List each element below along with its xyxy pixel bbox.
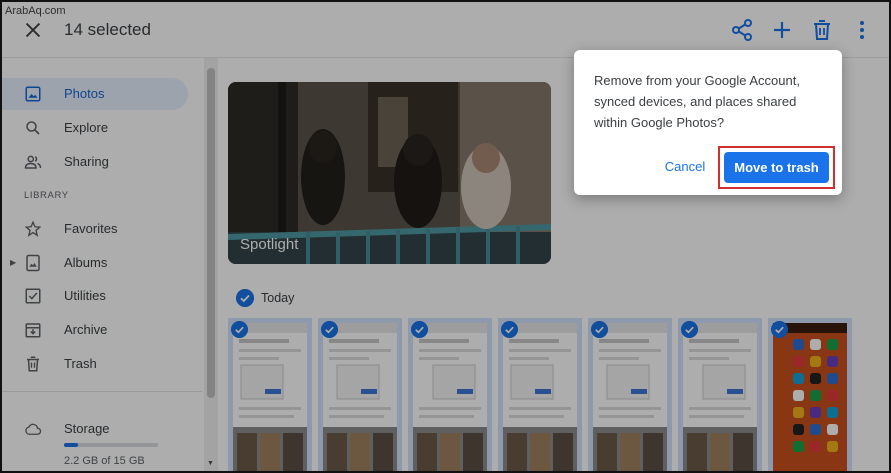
move-to-trash-button[interactable]: Move to trash bbox=[724, 152, 829, 183]
dialog-message: Remove from your Google Account, synced … bbox=[594, 73, 800, 130]
watermark: ArabAq.com bbox=[5, 5, 66, 17]
google-photos-window: ArabAq.com 14 selected Photos Explore Sh… bbox=[0, 0, 891, 473]
move-to-trash-dialog: Remove from your Google Account, synced … bbox=[574, 50, 842, 195]
cancel-button[interactable]: Cancel bbox=[654, 152, 716, 182]
